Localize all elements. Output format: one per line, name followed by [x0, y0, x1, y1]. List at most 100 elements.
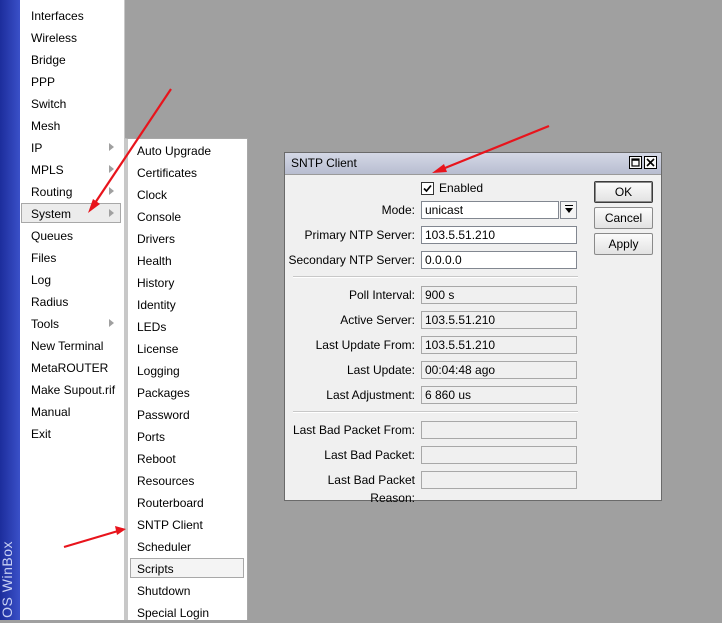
menu-item-label: Radius: [31, 295, 69, 309]
submenu-item-history[interactable]: History: [130, 272, 244, 292]
menu-item-ppp[interactable]: PPP: [21, 71, 121, 91]
menu-item-manual[interactable]: Manual: [21, 401, 121, 421]
submenu-item-identity[interactable]: Identity: [130, 294, 244, 314]
menu-item-log[interactable]: Log: [21, 269, 121, 289]
menu-item-queues[interactable]: Queues: [21, 225, 121, 245]
last-update-from-label: Last Update From:: [315, 338, 415, 352]
menu-item-label: Interfaces: [31, 9, 84, 23]
last-bad-packet-field: [421, 446, 577, 464]
apply-button[interactable]: Apply: [594, 233, 653, 255]
window-title-bar[interactable]: SNTP Client: [285, 153, 661, 175]
submenu-arrow-icon: [109, 143, 114, 151]
menu-item-label: System: [31, 207, 72, 221]
system-submenu: Auto Upgrade Certificates Clock Console Driv…: [124, 138, 248, 620]
menu-item-metarouter[interactable]: MetaROUTER: [21, 357, 121, 377]
menu-item-label: New Terminal: [31, 339, 104, 353]
window-title: SNTP Client: [291, 156, 357, 170]
submenu-arrow-icon: [109, 209, 114, 217]
ok-button[interactable]: OK: [594, 181, 653, 203]
winbox-brand-band: OS WinBox: [0, 0, 20, 620]
last-bad-packet-reason-label: Last Bad Packet Reason:: [327, 473, 415, 505]
menu-item-new-terminal[interactable]: New Terminal: [21, 335, 121, 355]
submenu-item-sntp-client[interactable]: SNTP Client: [130, 514, 244, 534]
submenu-item-license[interactable]: License: [130, 338, 244, 358]
last-adjustment-field: 6 860 us: [421, 386, 577, 404]
cancel-button[interactable]: Cancel: [594, 207, 653, 229]
submenu-item-leds[interactable]: LEDs: [130, 316, 244, 336]
poll-interval-label: Poll Interval:: [348, 288, 415, 302]
enabled-checkbox[interactable]: [421, 182, 434, 195]
menu-item-label: PPP: [31, 75, 56, 89]
menu-item-routing[interactable]: Routing: [21, 181, 121, 201]
menu-item-label: Tools: [31, 317, 60, 331]
last-update-field: 00:04:48 ago: [421, 361, 577, 379]
mode-dropdown-button[interactable]: [560, 201, 577, 219]
menu-item-label: Mesh: [31, 119, 61, 133]
secondary-ntp-server-label: Secondary NTP Server:: [288, 253, 416, 267]
menu-item-label: Bridge: [31, 53, 66, 67]
main-menu: Interfaces Wireless Bridge PPP Switch Mesh IP M…: [20, 0, 125, 620]
menu-item-mpls[interactable]: MPLS: [21, 159, 121, 179]
menu-item-label: Queues: [31, 229, 74, 243]
enabled-label: Enabled: [439, 181, 484, 195]
menu-item-label: MetaROUTER: [31, 361, 109, 375]
close-button[interactable]: [644, 156, 657, 169]
submenu-item-certificates[interactable]: Certificates: [130, 162, 244, 182]
mode-select[interactable]: unicast: [421, 201, 559, 219]
submenu-item-console[interactable]: Console: [130, 206, 244, 226]
maximize-button[interactable]: [629, 156, 642, 169]
menu-item-interfaces[interactable]: Interfaces: [21, 5, 121, 25]
submenu-item-special-login[interactable]: Special Login: [130, 602, 244, 622]
submenu-item-scripts[interactable]: Scripts: [130, 558, 244, 578]
menu-item-label: Exit: [31, 427, 52, 441]
submenu-item-clock[interactable]: Clock: [130, 184, 244, 204]
menu-item-system[interactable]: System: [21, 203, 121, 223]
active-server-label: Active Server:: [340, 313, 415, 327]
submenu-item-logging[interactable]: Logging: [130, 360, 244, 380]
submenu-item-shutdown[interactable]: Shutdown: [130, 580, 244, 600]
primary-ntp-server-field[interactable]: 103.5.51.210: [421, 226, 577, 244]
submenu-item-scheduler[interactable]: Scheduler: [130, 536, 244, 556]
menu-item-files[interactable]: Files: [21, 247, 121, 267]
separator: [293, 411, 578, 413]
menu-item-label: MPLS: [31, 163, 64, 177]
last-update-label: Last Update:: [346, 363, 415, 377]
submenu-item-drivers[interactable]: Drivers: [130, 228, 244, 248]
submenu-item-ports[interactable]: Ports: [130, 426, 244, 446]
last-bad-packet-from-field: [421, 421, 577, 439]
primary-ntp-server-label: Primary NTP Server:: [304, 228, 415, 242]
menu-item-label: Manual: [31, 405, 71, 419]
menu-item-tools[interactable]: Tools: [21, 313, 121, 333]
separator: [293, 276, 578, 278]
submenu-item-password[interactable]: Password: [130, 404, 244, 424]
menu-item-label: Make Supout.rif: [31, 383, 116, 397]
menu-item-exit[interactable]: Exit: [21, 423, 121, 443]
menu-item-wireless[interactable]: Wireless: [21, 27, 121, 47]
submenu-item-health[interactable]: Health: [130, 250, 244, 270]
menu-item-ip[interactable]: IP: [21, 137, 121, 157]
menu-item-label: Routing: [31, 185, 73, 199]
menu-item-mesh[interactable]: Mesh: [21, 115, 121, 135]
menu-item-radius[interactable]: Radius: [21, 291, 121, 311]
last-adjustment-label: Last Adjustment:: [326, 388, 415, 402]
submenu-item-reboot[interactable]: Reboot: [130, 448, 244, 468]
active-server-field: 103.5.51.210: [421, 311, 577, 329]
menu-item-make-supout-rif[interactable]: Make Supout.rif: [21, 379, 121, 399]
secondary-ntp-server-field[interactable]: 0.0.0.0: [421, 251, 577, 269]
maximize-icon: [631, 158, 640, 167]
menu-item-switch[interactable]: Switch: [21, 93, 121, 113]
last-bad-packet-from-label: Last Bad Packet From:: [292, 423, 415, 437]
submenu-arrow-icon: [109, 187, 114, 195]
menu-item-bridge[interactable]: Bridge: [21, 49, 121, 69]
submenu-item-packages[interactable]: Packages: [130, 382, 244, 402]
submenu-item-routerboard[interactable]: Routerboard: [130, 492, 244, 512]
submenu-item-resources[interactable]: Resources: [130, 470, 244, 490]
poll-interval-field: 900 s: [421, 286, 577, 304]
menu-item-label: IP: [31, 141, 43, 155]
submenu-item-auto-upgrade[interactable]: Auto Upgrade: [130, 140, 244, 160]
menu-item-label: Files: [31, 251, 57, 265]
last-update-from-field: 103.5.51.210: [421, 336, 577, 354]
menu-item-label: Switch: [31, 97, 67, 111]
close-icon: [646, 158, 655, 167]
winbox-brand-text: OS WinBox: [0, 541, 15, 618]
